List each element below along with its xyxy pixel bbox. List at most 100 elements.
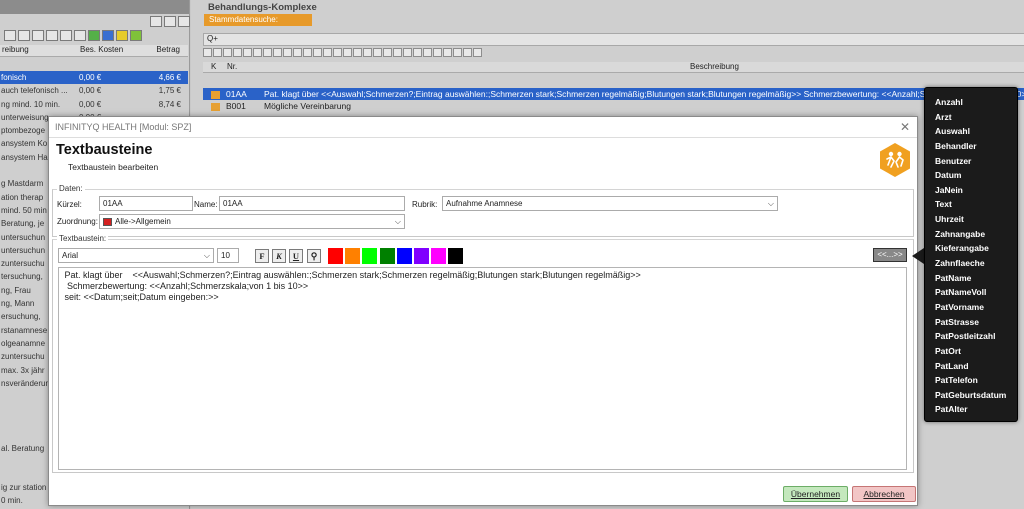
- left-row-bottom-3[interactable]: 0 min.: [1, 496, 23, 505]
- placeholder-menu-item[interactable]: PatStrasse: [925, 315, 1017, 330]
- placeholder-menu-item[interactable]: PatNameVoll: [925, 285, 1017, 300]
- window-button-icon[interactable]: [178, 16, 190, 27]
- toolbar-icon[interactable]: [74, 30, 86, 41]
- letter-filter-button[interactable]: [383, 48, 392, 57]
- bold-button[interactable]: F: [255, 249, 269, 263]
- placeholder-menu-item[interactable]: JaNein: [925, 183, 1017, 198]
- column-header[interactable]: Betrag: [138, 45, 186, 56]
- placeholder-menu-item[interactable]: PatName: [925, 271, 1017, 286]
- letter-filter-button[interactable]: [293, 48, 302, 57]
- toolbar-icon[interactable]: [88, 30, 100, 41]
- window-button-icon[interactable]: [150, 16, 162, 27]
- letter-filter-button[interactable]: [373, 48, 382, 57]
- letter-filter-button[interactable]: [333, 48, 342, 57]
- toolbar-icon[interactable]: [32, 30, 44, 41]
- letter-filter-button[interactable]: [393, 48, 402, 57]
- italic-button[interactable]: K: [272, 249, 286, 263]
- placeholder-menu-item[interactable]: Uhrzeit: [925, 212, 1017, 227]
- letter-filter-button[interactable]: [443, 48, 452, 57]
- left-row-bottom-2[interactable]: ig zur station: [1, 483, 46, 492]
- placeholder-menu-item[interactable]: Datum: [925, 168, 1017, 183]
- placeholder-menu-item[interactable]: Zahnangabe: [925, 227, 1017, 242]
- placeholder-menu-item[interactable]: PatVorname: [925, 300, 1017, 315]
- toolbar-icon[interactable]: [60, 30, 72, 41]
- column-header-nr[interactable]: Nr.: [227, 62, 237, 71]
- placeholder-menu-item[interactable]: PatTelefon: [925, 373, 1017, 388]
- letter-filter-button[interactable]: [433, 48, 442, 57]
- list-item[interactable]: auch telefonisch ... 0,00 € 1,75 €: [0, 84, 188, 97]
- letter-filter-button[interactable]: [353, 48, 362, 57]
- ok-button[interactable]: Übernehmen: [783, 486, 848, 502]
- letter-filter-button[interactable]: [323, 48, 332, 57]
- toolbar-icon[interactable]: [130, 30, 142, 41]
- placeholder-menu-item[interactable]: PatAlter: [925, 402, 1017, 417]
- column-header-beschreibung[interactable]: Beschreibung: [690, 62, 739, 71]
- letter-filter-button[interactable]: [343, 48, 352, 57]
- search-input[interactable]: Q+: [203, 33, 1024, 46]
- column-header[interactable]: reibung: [0, 45, 78, 56]
- left-row-bottom-1[interactable]: al. Beratung: [1, 444, 44, 453]
- placeholder-menu-item[interactable]: PatPostleitzahl: [925, 329, 1017, 344]
- color-swatch[interactable]: [396, 248, 412, 264]
- color-swatch[interactable]: [379, 248, 395, 264]
- font-select[interactable]: Arial ⌵: [58, 248, 214, 263]
- placeholder-menu-item[interactable]: Kieferangabe: [925, 241, 1017, 256]
- placeholder-menu-item[interactable]: Anzahl: [925, 95, 1017, 110]
- toolbar-icon[interactable]: [102, 30, 114, 41]
- placeholder-menu-item[interactable]: PatOrt: [925, 344, 1017, 359]
- table-row[interactable]: B001 Mögliche Vereinbarung: [203, 100, 1024, 112]
- underline-button[interactable]: U: [289, 249, 303, 263]
- letter-filter-button[interactable]: [263, 48, 272, 57]
- column-header-k[interactable]: K: [211, 62, 216, 71]
- name-field[interactable]: 01AA: [219, 196, 405, 211]
- color-swatch[interactable]: [448, 248, 464, 264]
- placeholder-menu-item[interactable]: Arzt: [925, 110, 1017, 125]
- text-editor[interactable]: Pat. klagt über <<Auswahl;Schmerzen?;Ein…: [58, 267, 907, 470]
- letter-filter-button[interactable]: [253, 48, 262, 57]
- list-item[interactable]: fonisch 0,00 € 4,66 €: [0, 71, 188, 85]
- letter-filter-button[interactable]: [463, 48, 472, 57]
- window-button-icon[interactable]: [164, 16, 176, 27]
- close-icon[interactable]: ✕: [900, 120, 910, 134]
- letter-filter-button[interactable]: [223, 48, 232, 57]
- letter-filter-button[interactable]: [273, 48, 282, 57]
- letter-filter-button[interactable]: [243, 48, 252, 57]
- letter-filter-button[interactable]: [203, 48, 212, 57]
- letter-filter-button[interactable]: [403, 48, 412, 57]
- letter-filter-button[interactable]: [453, 48, 462, 57]
- color-swatch[interactable]: [345, 248, 361, 264]
- placeholder-menu-item[interactable]: Benutzer: [925, 154, 1017, 169]
- zuordnung-select[interactable]: Alle->Allgemein ⌵: [99, 214, 405, 229]
- color-swatch[interactable]: [414, 248, 429, 264]
- table-row[interactable]: 01AA Pat. klagt über <<Auswahl;Schmerzen?…: [203, 88, 1024, 100]
- cancel-button[interactable]: Abbrechen: [852, 486, 916, 502]
- color-swatch[interactable]: [431, 248, 447, 264]
- color-swatch[interactable]: [328, 248, 343, 264]
- letter-filter-button[interactable]: [473, 48, 482, 57]
- placeholder-menu-item[interactable]: PatGeburtsdatum: [925, 388, 1017, 403]
- tab-stammdatensuche[interactable]: Stammdatensuche:: [204, 14, 312, 26]
- toolbar-icon[interactable]: [4, 30, 16, 41]
- toolbar-icon[interactable]: [18, 30, 30, 41]
- rubrik-select[interactable]: Aufnahme Anamnese ⌵: [442, 196, 778, 211]
- kuerzel-field[interactable]: 01AA: [99, 196, 193, 211]
- letter-filter-button[interactable]: [303, 48, 312, 57]
- toolbar-icon[interactable]: [46, 30, 58, 41]
- font-size-stepper[interactable]: 10: [217, 248, 239, 263]
- letter-filter-button[interactable]: [213, 48, 222, 57]
- placeholder-button[interactable]: <<...>>: [873, 248, 907, 262]
- list-item[interactable]: ng mind. 10 min. 0,00 € 8,74 €: [0, 98, 188, 111]
- color-swatch[interactable]: [362, 248, 378, 264]
- placeholder-menu-item[interactable]: Zahnflaeche: [925, 256, 1017, 271]
- letter-filter-button[interactable]: [363, 48, 372, 57]
- letter-filter-button[interactable]: [413, 48, 422, 57]
- placeholder-menu-item[interactable]: Auswahl: [925, 124, 1017, 139]
- letter-filter-button[interactable]: [313, 48, 322, 57]
- placeholder-menu-item[interactable]: PatLand: [925, 359, 1017, 374]
- search-replace-icon[interactable]: ⚲: [307, 249, 321, 263]
- column-header[interactable]: Bes. Kosten: [78, 45, 138, 56]
- toolbar-icon[interactable]: [116, 30, 128, 41]
- placeholder-menu-item[interactable]: Text: [925, 197, 1017, 212]
- letter-filter-button[interactable]: [423, 48, 432, 57]
- letter-filter-button[interactable]: [233, 48, 242, 57]
